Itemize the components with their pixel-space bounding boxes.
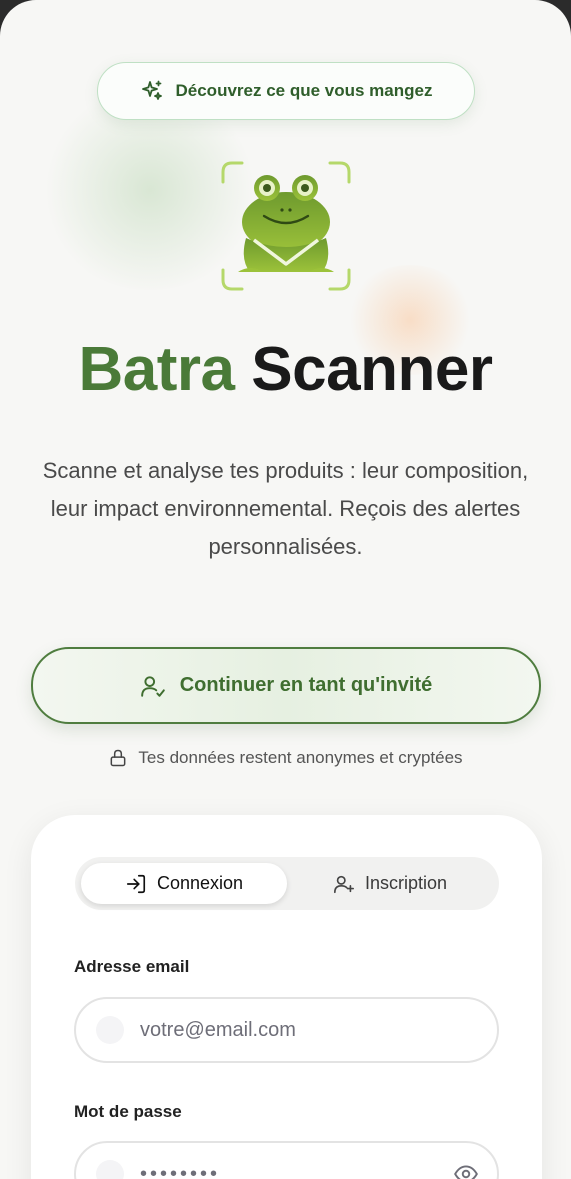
- tab-inscription[interactable]: Inscription: [287, 863, 493, 904]
- log-in-icon: [126, 874, 146, 893]
- app-description: Scanne et analyse tes produits : leur co…: [42, 458, 529, 559]
- tab-connexion-label: Connexion: [156, 873, 244, 893]
- privacy-note-text: Tes données restent anonymes et cryptées: [138, 748, 463, 767]
- tagline-pill: Découvrez ce que vous mangez: [97, 62, 475, 120]
- frog-scanner-logo-icon: [221, 161, 351, 291]
- app-title-scanner: Scanner: [251, 335, 493, 404]
- app-title-batra: Batra: [78, 335, 236, 404]
- app-screen: Découvrez ce que vous mangez Batra Scann…: [0, 0, 571, 1179]
- continue-as-guest-label: Continuer en tant qu'invité: [179, 674, 433, 696]
- eye-icon[interactable]: [453, 1161, 479, 1179]
- password-field[interactable]: [74, 1141, 499, 1179]
- tab-connexion[interactable]: Connexion: [81, 863, 287, 904]
- lock-icon: [111, 749, 126, 767]
- user-check-icon: [140, 675, 165, 697]
- auth-tabs: Connexion Inscription: [75, 857, 499, 910]
- key-icon: [96, 1160, 124, 1179]
- sparkles-icon: [141, 80, 162, 100]
- mail-icon: [96, 1016, 124, 1044]
- continue-as-guest-button[interactable]: Continuer en tant qu'invité: [31, 647, 541, 724]
- app-title: Batra Scanner: [0, 334, 571, 405]
- tab-inscription-label: Inscription: [364, 873, 448, 893]
- password-input[interactable]: [140, 1162, 453, 1179]
- auth-card: Connexion Inscription Adresse email Mot …: [31, 815, 542, 1179]
- email-label: Adresse email: [74, 957, 190, 976]
- privacy-note: Tes données restent anonymes et cryptées: [0, 748, 571, 768]
- email-field[interactable]: [74, 997, 499, 1063]
- tagline-text: Découvrez ce que vous mangez: [175, 81, 433, 100]
- email-input[interactable]: [140, 1018, 479, 1042]
- user-plus-icon: [333, 875, 354, 893]
- password-label: Mot de passe: [74, 1102, 182, 1121]
